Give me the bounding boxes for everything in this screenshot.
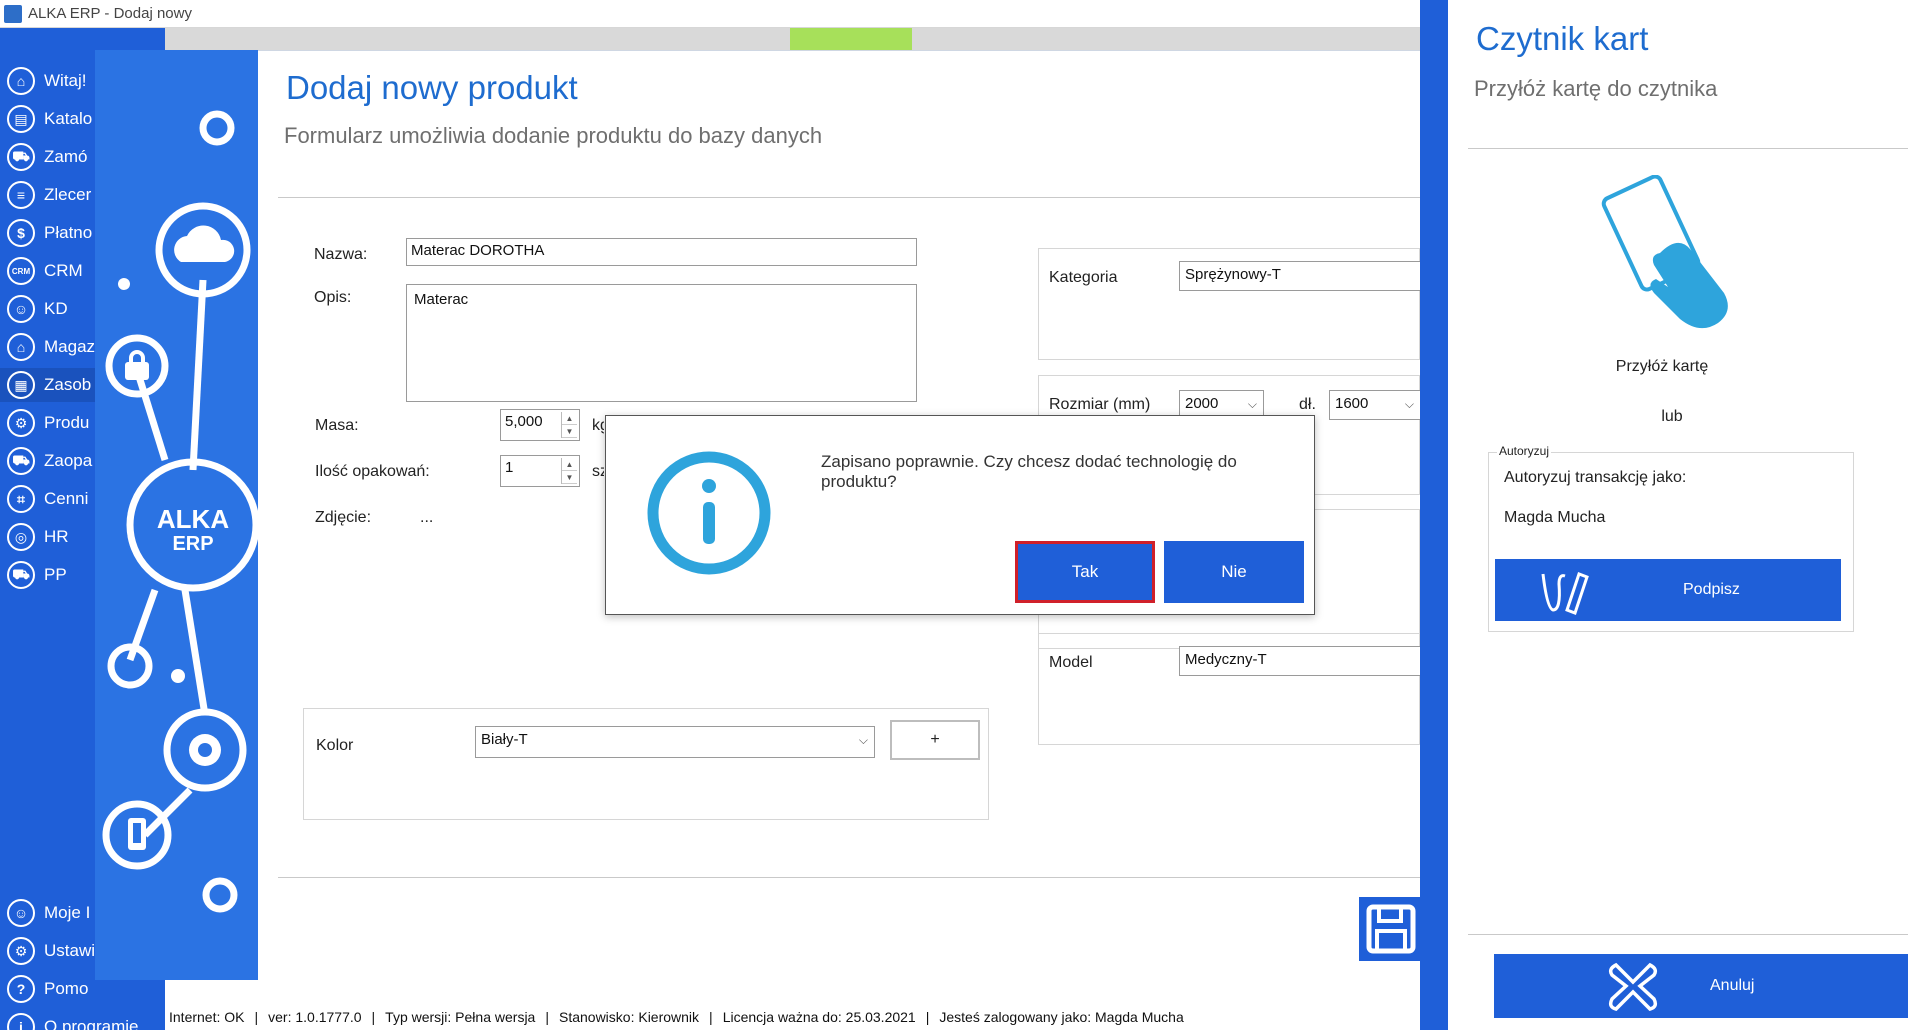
rozmiar-label: Rozmiar (mm): [1049, 396, 1151, 413]
add-kolor-button[interactable]: +: [890, 720, 980, 760]
status-version: ver: 1.0.1777.0: [268, 1009, 362, 1025]
status-type: Typ wersji: Pełna wersja: [385, 1009, 536, 1025]
tap-card-text: Przyłóż kartę: [1615, 358, 1709, 375]
sign-button-label: Podpisz: [1683, 581, 1740, 598]
chevron-down-icon: ⌵: [858, 733, 868, 747]
authorize-legend: Autoryzuj: [1497, 444, 1552, 458]
no-button[interactable]: Nie: [1164, 541, 1304, 603]
spin-down-icon[interactable]: ▼: [562, 471, 577, 484]
authorize-as-label: Autoryzuj transakcję jako:: [1504, 469, 1687, 486]
kolor-label: Kolor: [316, 737, 354, 754]
masa-spinner[interactable]: ▲ ▼: [561, 412, 577, 438]
footer-divider: [278, 877, 1420, 878]
card-panel-subtitle: Przyłóż kartę do czytnika: [1474, 76, 1718, 101]
card-panel-footer-divider: [1468, 934, 1908, 935]
cancel-button-label: Anuluj: [1710, 977, 1755, 994]
zdjecie-browse-button[interactable]: ...: [420, 509, 433, 527]
ilosc-unit: sz: [592, 463, 604, 480]
status-station: Stanowisko: Kierownik: [558, 1009, 700, 1025]
status-user: Jesteś zalogowany jako: Magda Mucha: [939, 1009, 1184, 1025]
chevron-down-icon: ⌵: [1247, 397, 1257, 411]
opis-textarea[interactable]: Materac: [406, 284, 917, 402]
resources-icon: ▦: [7, 371, 35, 399]
header-divider: [278, 197, 1420, 198]
tag-icon: ⌗: [7, 485, 35, 513]
crm-icon: CRM: [7, 257, 35, 285]
spin-up-icon[interactable]: ▲: [562, 458, 577, 471]
side-art-panel: ALKA ERP: [95, 50, 260, 980]
status-license: Licencja ważna do: 25.03.2021: [722, 1009, 916, 1025]
app-icon: [4, 4, 22, 23]
masa-input[interactable]: 5,000 ▲ ▼: [500, 409, 580, 441]
nav-item-o-programie[interactable]: iO programie: [0, 1010, 165, 1030]
nazwa-label: Nazwa:: [314, 246, 368, 263]
cancel-button[interactable]: Anuluj: [1494, 954, 1908, 1018]
warehouse-icon: ⌂: [7, 333, 35, 361]
kolor-select[interactable]: Biały-T ⌵: [475, 726, 875, 758]
or-text: lub: [1661, 408, 1683, 425]
panel-accent-strip: [1420, 0, 1448, 1030]
window-titlebar: ALKA ERP - Dodaj nowy: [0, 0, 1420, 28]
sign-button[interactable]: Podpisz: [1495, 559, 1841, 621]
person-icon: ☺: [7, 295, 35, 323]
dollar-icon: $: [7, 219, 35, 247]
list-icon: ≡: [7, 181, 35, 209]
network-graphic: ALKA ERP: [102, 110, 260, 913]
rozmiar-length-select[interactable]: 1600 ⌵: [1329, 390, 1421, 420]
tab-strip: [165, 28, 1420, 50]
info-icon: i: [7, 1013, 35, 1030]
logo-line1: ALKA: [157, 504, 229, 534]
kategoria-select[interactable]: Sprężynowy-T: [1179, 261, 1421, 291]
pp-icon: ⛟: [7, 561, 35, 589]
confirm-dialog: Zapisano poprawnie. Czy chcesz dodać tec…: [605, 415, 1315, 615]
status-bar: Internet: OK | ver: 1.0.1777.0 | Typ wersj…: [165, 1004, 1420, 1030]
book-icon: ▤: [7, 105, 35, 133]
page-subtitle: Formularz umożliwia dodanie produktu do …: [284, 123, 823, 148]
chevron-down-icon: ⌵: [1404, 397, 1414, 411]
kolor-group: Kolor Biały-T ⌵ +: [303, 708, 989, 820]
ilosc-input[interactable]: 1 ▲ ▼: [500, 455, 580, 487]
card-tap-icon: [1601, 175, 1728, 329]
masa-label: Masa:: [315, 417, 359, 434]
logo-line2: ERP: [172, 533, 213, 555]
authorize-group: Autoryzuj Autoryzuj transakcję jako: Mag…: [1488, 444, 1854, 632]
page-title: Dodaj nowy produkt: [286, 69, 578, 106]
opis-label: Opis:: [314, 289, 352, 306]
spin-up-icon[interactable]: ▲: [562, 412, 577, 425]
close-icon: [1608, 962, 1658, 1011]
nazwa-input[interactable]: Materac DOROTHA: [406, 238, 917, 266]
info-icon: [647, 451, 771, 575]
authorize-user-name: Magda Mucha: [1504, 509, 1606, 526]
window-title: ALKA ERP - Dodaj nowy: [28, 5, 192, 22]
save-button[interactable]: [1359, 897, 1423, 961]
help-icon: ?: [7, 975, 35, 1003]
status-internet: Internet: OK: [169, 1009, 245, 1025]
hr-icon: ◎: [7, 523, 35, 551]
ilosc-label: Ilość opakowań:: [315, 463, 430, 480]
spin-down-icon[interactable]: ▼: [562, 425, 577, 438]
masa-unit: kg: [592, 417, 604, 434]
user-icon: ☺: [7, 899, 35, 927]
settings-icon: ⚙: [7, 937, 35, 965]
floppy-disk-icon: [1366, 904, 1416, 954]
model-group: Model Medyczny-T: [1038, 633, 1421, 745]
signature-pen-icon: [1541, 572, 1589, 615]
truck-icon: ⛟: [7, 447, 35, 475]
home-icon: ⌂: [7, 67, 35, 95]
ilosc-spinner[interactable]: ▲ ▼: [561, 458, 577, 484]
kategoria-group: Kategoria Sprężynowy-T: [1038, 248, 1421, 360]
zdjecie-label: Zdjęcie:: [315, 509, 372, 526]
active-tab-highlight: [790, 28, 912, 50]
kategoria-label: Kategoria: [1049, 269, 1118, 286]
model-select[interactable]: Medyczny-T: [1179, 646, 1421, 676]
dialog-message: Zapisano poprawnie. Czy chcesz dodać tec…: [821, 452, 1237, 491]
card-panel-title: Czytnik kart: [1476, 20, 1649, 57]
cart-icon: ⛟: [7, 143, 35, 171]
card-panel-divider: [1468, 148, 1908, 149]
model-label: Model: [1049, 654, 1093, 671]
card-reader-panel: Czytnik kart Przyłóż kartę do czytnika P…: [1448, 0, 1919, 1030]
dl-label: dł.: [1299, 396, 1316, 413]
yes-button[interactable]: Tak: [1015, 541, 1155, 603]
production-icon: ⚙: [7, 409, 35, 437]
